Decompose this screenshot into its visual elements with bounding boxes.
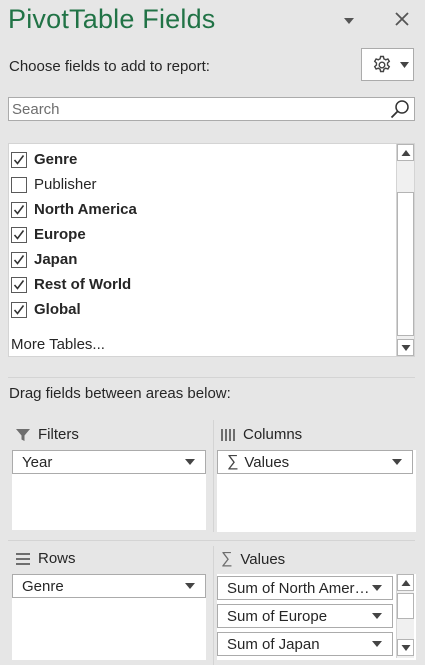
column-item-label: Values bbox=[244, 453, 290, 471]
field-list: Genre Publisher North America Europe Jap… bbox=[8, 143, 415, 357]
values-scrollbar[interactable] bbox=[396, 574, 414, 658]
scroll-up-button[interactable] bbox=[397, 574, 414, 591]
values-drop-zone[interactable]: Sum of North America Sum of Europe Sum o… bbox=[217, 574, 416, 660]
chevron-down-icon bbox=[400, 62, 409, 68]
filters-drop-zone[interactable]: Year bbox=[12, 450, 206, 530]
field-label: Global bbox=[34, 301, 81, 318]
field-item-publisher[interactable]: Publisher bbox=[9, 172, 394, 197]
chevron-up-icon bbox=[401, 149, 410, 156]
filter-icon bbox=[16, 428, 30, 441]
column-item-values[interactable]: ∑ Values bbox=[217, 450, 413, 474]
rows-icon bbox=[16, 552, 30, 565]
field-label: North America bbox=[34, 201, 137, 218]
field-checkbox[interactable] bbox=[11, 276, 27, 293]
chevron-down-icon bbox=[401, 344, 410, 351]
filter-item-label: Year bbox=[22, 453, 53, 471]
columns-area-header: Columns bbox=[221, 426, 302, 443]
area-separator bbox=[8, 540, 415, 541]
field-item-global[interactable]: Global bbox=[9, 297, 394, 322]
field-checkbox[interactable] bbox=[11, 226, 27, 243]
more-tables-link[interactable]: More Tables... bbox=[11, 336, 105, 353]
search-input[interactable] bbox=[9, 98, 389, 120]
rows-area-header: Rows bbox=[16, 550, 76, 567]
chevron-up-icon bbox=[401, 579, 410, 586]
columns-icon bbox=[221, 428, 235, 441]
values-area-title: Values bbox=[240, 550, 286, 568]
field-checkbox[interactable] bbox=[11, 251, 27, 268]
value-item-europe[interactable]: Sum of Europe bbox=[217, 604, 393, 628]
row-item-label: Genre bbox=[22, 577, 64, 595]
values-area-header: ∑ Values bbox=[221, 550, 285, 568]
field-item-genre[interactable]: Genre bbox=[9, 147, 394, 172]
value-item-north-america[interactable]: Sum of North America bbox=[217, 576, 393, 600]
field-list-scrollbar[interactable] bbox=[396, 144, 414, 356]
filter-item-year[interactable]: Year bbox=[12, 450, 206, 474]
field-item-rest-of-world[interactable]: Rest of World bbox=[9, 272, 394, 297]
close-icon[interactable] bbox=[393, 10, 411, 28]
rows-drop-zone[interactable]: Genre bbox=[12, 574, 206, 660]
value-item-label: Sum of North America bbox=[227, 579, 372, 597]
drag-fields-label: Drag fields between areas below: bbox=[9, 385, 231, 402]
field-item-north-america[interactable]: North America bbox=[9, 197, 394, 222]
field-label: Rest of World bbox=[34, 276, 132, 293]
value-item-label: Sum of Japan bbox=[227, 635, 320, 653]
area-separator bbox=[213, 546, 214, 665]
pane-options-chevron-icon[interactable] bbox=[342, 14, 356, 26]
chevron-down-icon bbox=[185, 459, 195, 465]
scroll-thumb[interactable] bbox=[397, 192, 414, 336]
field-checkbox[interactable] bbox=[11, 201, 27, 218]
filters-area-title: Filters bbox=[38, 426, 79, 443]
gear-icon bbox=[373, 55, 391, 73]
chevron-down-icon bbox=[372, 641, 382, 647]
chevron-down-icon bbox=[372, 613, 382, 619]
pane-title: PivotTable Fields bbox=[8, 4, 216, 34]
sigma-icon: ∑ bbox=[227, 453, 239, 470]
field-label: Publisher bbox=[34, 176, 97, 193]
chevron-down-icon bbox=[372, 585, 382, 591]
scroll-thumb[interactable] bbox=[397, 593, 414, 619]
field-checkbox[interactable] bbox=[11, 151, 27, 168]
field-checkbox[interactable] bbox=[11, 176, 27, 193]
columns-drop-zone[interactable]: ∑ Values bbox=[217, 450, 416, 532]
field-label: Europe bbox=[34, 226, 86, 243]
choose-fields-label: Choose fields to add to report: bbox=[9, 58, 210, 75]
rows-area-title: Rows bbox=[38, 550, 76, 567]
columns-area-title: Columns bbox=[243, 426, 303, 443]
scroll-up-button[interactable] bbox=[397, 144, 414, 161]
scroll-down-button[interactable] bbox=[397, 639, 414, 656]
scroll-down-button[interactable] bbox=[397, 339, 414, 356]
chevron-down-icon bbox=[185, 583, 195, 589]
section-divider bbox=[8, 377, 415, 378]
search-icon[interactable] bbox=[390, 99, 410, 119]
value-item-label: Sum of Europe bbox=[227, 607, 328, 625]
chevron-down-icon bbox=[392, 459, 402, 465]
area-separator bbox=[213, 420, 214, 532]
filters-area-header: Filters bbox=[16, 426, 79, 443]
field-label: Japan bbox=[34, 251, 78, 268]
sigma-icon: ∑ bbox=[221, 550, 233, 567]
field-checkbox[interactable] bbox=[11, 301, 27, 318]
field-item-europe[interactable]: Europe bbox=[9, 222, 394, 247]
row-item-genre[interactable]: Genre bbox=[12, 574, 206, 598]
field-item-japan[interactable]: Japan bbox=[9, 247, 394, 272]
tools-button[interactable] bbox=[361, 48, 414, 81]
field-label: Genre bbox=[34, 151, 78, 168]
value-item-japan[interactable]: Sum of Japan bbox=[217, 632, 393, 656]
chevron-down-icon bbox=[401, 644, 410, 651]
search-box bbox=[8, 97, 415, 121]
